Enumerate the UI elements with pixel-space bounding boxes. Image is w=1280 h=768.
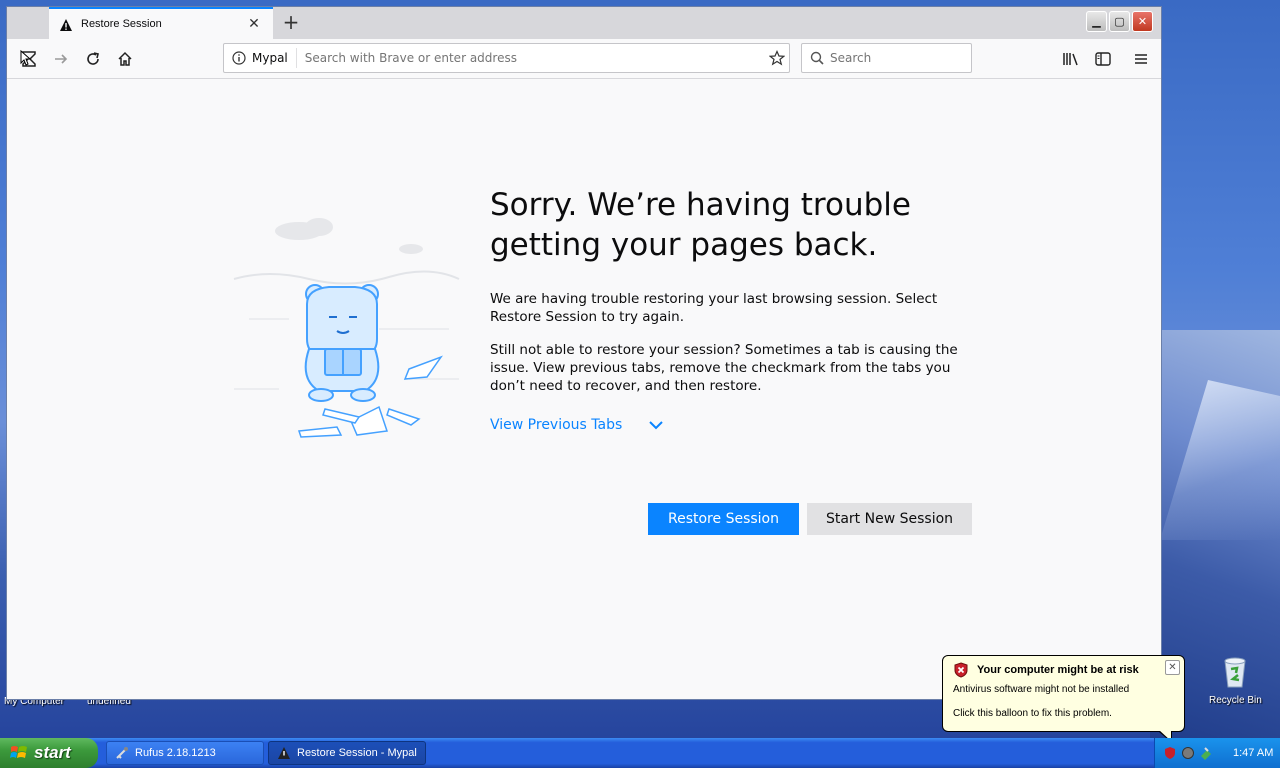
- info-icon: [232, 51, 246, 65]
- taskbar-item-mypal-label: Restore Session - Mypal: [297, 747, 417, 759]
- tab-bar: Restore Session ✕ + ▁ ▢ ✕: [7, 7, 1161, 39]
- library-button[interactable]: [1059, 47, 1083, 71]
- window-controls: ▁ ▢ ✕: [1086, 11, 1153, 32]
- safely-remove-hardware-icon[interactable]: [1199, 746, 1213, 760]
- maximize-button[interactable]: ▢: [1109, 11, 1130, 32]
- balloon-message-2: Click this balloon to fix this problem.: [953, 708, 1112, 719]
- url-bar[interactable]: Mypal: [223, 43, 790, 73]
- home-button[interactable]: [113, 47, 137, 71]
- library-icon: [1063, 53, 1078, 66]
- bookmark-star-icon[interactable]: [765, 50, 789, 66]
- balloon-close-icon[interactable]: ✕: [1165, 660, 1180, 675]
- search-bar[interactable]: [801, 43, 972, 73]
- search-input[interactable]: [830, 51, 960, 65]
- sidebar-button[interactable]: [1091, 47, 1115, 71]
- recycle-bin-icon[interactable]: [1220, 655, 1250, 689]
- description-paragraph-1: We are having trouble restoring your las…: [490, 291, 938, 325]
- network-icon[interactable]: [1181, 746, 1195, 760]
- security-center-icon[interactable]: [1163, 746, 1177, 760]
- navigation-toolbar: Mypal: [7, 39, 1161, 79]
- reload-icon: [87, 52, 99, 65]
- security-notification-balloon[interactable]: Your computer might be at risk Antivirus…: [942, 655, 1185, 732]
- taskbar-item-rufus-label: Rufus 2.18.1213: [135, 747, 216, 759]
- search-icon: [810, 51, 824, 65]
- page-title: Sorry. We’re having trouble getting your…: [490, 185, 950, 265]
- taskbar: start Rufus 2.18.1213 Restore Session - …: [0, 738, 1280, 768]
- start-new-session-button[interactable]: Start New Session: [807, 503, 972, 535]
- page-title-line-1: Sorry. We’re having trouble: [490, 187, 911, 223]
- start-label: start: [34, 743, 71, 762]
- identity-label: Mypal: [252, 51, 288, 65]
- reload-button[interactable]: [81, 47, 105, 71]
- sidebar-icon: [1095, 52, 1111, 66]
- view-previous-tabs-link[interactable]: View Previous Tabs: [490, 417, 664, 433]
- view-previous-tabs-label: View Previous Tabs: [490, 417, 623, 433]
- back-button[interactable]: [17, 47, 41, 71]
- site-identity[interactable]: Mypal: [224, 48, 297, 68]
- start-button[interactable]: start: [0, 738, 98, 768]
- windows-logo-icon: [10, 746, 27, 758]
- tab-close-icon[interactable]: ✕: [245, 16, 263, 32]
- hourglass-cursor-icon: [20, 49, 36, 67]
- tab-restore-session[interactable]: Restore Session ✕: [49, 7, 273, 39]
- chevron-down-icon: [649, 421, 664, 430]
- balloon-title-text: Your computer might be at risk: [977, 664, 1139, 676]
- new-tab-button[interactable]: +: [279, 10, 303, 34]
- rufus-app-icon: [116, 747, 128, 759]
- browser-window: Restore Session ✕ + ▁ ▢ ✕ Mypal Search w…: [6, 6, 1162, 700]
- bear-illustration: [229, 209, 469, 449]
- page-content: Sorry. We’re having trouble getting your…: [7, 79, 1161, 699]
- system-tray: 1:47 AM: [1154, 738, 1280, 768]
- security-shield-icon: [954, 662, 968, 678]
- warning-icon: [278, 747, 290, 759]
- taskbar-item-rufus[interactable]: Rufus 2.18.1213: [106, 741, 264, 765]
- hamburger-menu-icon: [1135, 54, 1147, 64]
- menu-button[interactable]: [1129, 47, 1153, 71]
- minimize-button[interactable]: ▁: [1086, 11, 1107, 32]
- forward-arrow-icon: [55, 54, 68, 64]
- warning-icon: [59, 17, 73, 31]
- restore-session-button[interactable]: Restore Session: [648, 503, 799, 535]
- balloon-message-1: Antivirus software might not be installe…: [953, 684, 1130, 695]
- page-title-line-2: getting your pages back.: [490, 227, 878, 263]
- address-input[interactable]: [296, 51, 765, 65]
- forward-button[interactable]: [49, 47, 73, 71]
- description-paragraph-2: Still not able to restore your session? …: [490, 342, 958, 394]
- taskbar-item-mypal[interactable]: Restore Session - Mypal: [268, 741, 426, 765]
- tab-title: Restore Session: [81, 18, 162, 30]
- home-icon: [118, 51, 132, 66]
- balloon-title: Your computer might be at risk: [953, 662, 1174, 678]
- close-window-button[interactable]: ✕: [1132, 11, 1153, 32]
- recycle-bin-label[interactable]: Recycle Bin: [1209, 695, 1262, 706]
- clock: 1:47 AM: [1233, 747, 1274, 759]
